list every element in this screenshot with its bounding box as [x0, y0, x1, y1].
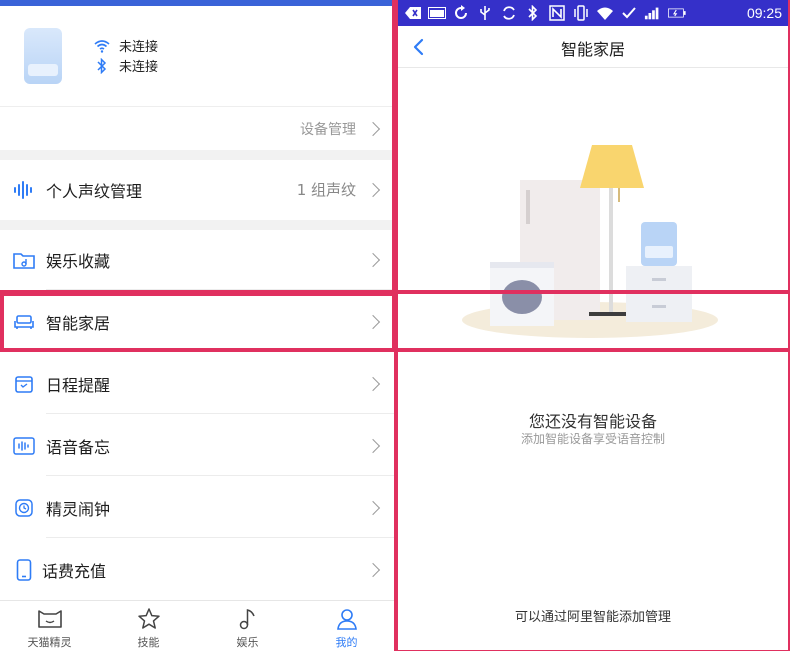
menu-item-label: 语音备忘	[46, 438, 111, 457]
signal-icon	[644, 5, 662, 21]
nav-header: 智能家居	[396, 26, 790, 68]
tab-label: 技能	[137, 636, 160, 649]
android-status-bar: 09:25	[396, 0, 790, 26]
row-divider	[46, 475, 396, 476]
page-title: 智能家居	[560, 40, 625, 59]
row-divider	[46, 537, 396, 538]
section-gap	[0, 220, 396, 230]
check-icon	[620, 5, 638, 21]
menu-item-label: 娱乐收藏	[46, 252, 111, 271]
chevron-right-icon	[365, 182, 381, 198]
image-icon	[428, 5, 446, 21]
row-divider	[46, 413, 396, 414]
wifi-icon	[94, 38, 110, 54]
tab-skills[interactable]: 技能	[99, 601, 198, 651]
chevron-right-icon	[365, 438, 381, 454]
folder-music-icon	[12, 248, 36, 272]
chevron-right-icon	[365, 252, 381, 268]
wifi-status-row: 未连接	[94, 36, 158, 55]
smart-speaker-image	[24, 28, 62, 84]
bluetooth-status-text: 未连接	[119, 60, 159, 75]
menu-item-phone-recharge[interactable]: 话费充值	[0, 540, 396, 600]
chevron-right-icon	[365, 121, 381, 137]
voiceprint-icon	[12, 178, 36, 202]
tab-mine[interactable]: 我的	[297, 601, 396, 651]
menu-item-label: 精灵闹钟	[46, 500, 111, 519]
device-manage-row[interactable]: 设备管理	[0, 106, 396, 150]
menu-item-entertainment-favorites[interactable]: 娱乐收藏	[0, 230, 396, 290]
chevron-right-icon	[365, 562, 381, 578]
rotate-icon	[500, 5, 518, 21]
chevron-right-icon	[365, 314, 381, 330]
voiceprint-count: 1 组声纹	[296, 181, 356, 199]
bottom-tab-bar: 天猫精灵 技能 娱乐 我的	[0, 600, 396, 651]
tab-label: 娱乐	[236, 636, 259, 649]
tab-entertainment[interactable]: 娱乐	[198, 601, 297, 651]
tab-label: 天猫精灵	[27, 636, 72, 649]
sofa-icon	[12, 310, 36, 334]
row-divider	[46, 289, 396, 290]
voice-memo-icon	[12, 434, 36, 458]
sync-icon	[452, 5, 470, 21]
section-gap	[0, 150, 396, 160]
menu-item-label: 日程提醒	[46, 376, 111, 395]
menu-item-label: 话费充值	[42, 562, 107, 581]
chevron-right-icon	[365, 500, 381, 516]
status-time: 09:25	[746, 5, 782, 21]
chevron-right-icon	[365, 376, 381, 392]
alarm-icon	[12, 496, 36, 520]
vibrate-icon	[572, 5, 590, 21]
wifi-status-text: 未连接	[119, 40, 159, 55]
profile-panel: 未连接 未连接 设备管理 个人声纹管理 1 组声纹 娱乐收藏 智能家居 日程提醒…	[0, 0, 396, 651]
phone-icon	[12, 558, 36, 582]
smart-home-screen: 09:25 智能家居 您还没有智能设备 添加智能设备享受语音控制 可以通过阿里智…	[396, 0, 790, 651]
composite-screenshot: 未连接 未连接 设备管理 个人声纹管理 1 组声纹 娱乐收藏 智能家居 日程提醒…	[0, 0, 790, 651]
device-status-card[interactable]: 未连接 未连接	[0, 6, 396, 106]
bluetooth-status-row: 未连接	[94, 56, 158, 75]
menu-item-voiceprint[interactable]: 个人声纹管理 1 组声纹	[0, 160, 396, 220]
menu-item-alarm[interactable]: 精灵闹钟	[0, 478, 396, 538]
menu-item-schedule-reminder[interactable]: 日程提醒	[0, 354, 396, 414]
wifi-icon	[596, 5, 614, 21]
add-via-ali-hint[interactable]: 可以通过阿里智能添加管理	[396, 606, 790, 625]
tmall-genie-icon	[37, 607, 63, 631]
nfc-icon	[548, 5, 566, 21]
tab-tmall-genie[interactable]: 天猫精灵	[0, 601, 99, 651]
calendar-icon	[12, 372, 36, 396]
bluetooth-icon	[94, 57, 110, 74]
menu-item-smart-home[interactable]: 智能家居	[0, 292, 396, 352]
tab-label: 我的	[335, 636, 358, 649]
person-icon	[334, 607, 360, 631]
empty-state-subtitle: 添加智能设备享受语音控制	[520, 432, 665, 446]
star-icon	[136, 607, 162, 631]
menu-item-voice-memo[interactable]: 语音备忘	[0, 416, 396, 476]
menu-item-label: 个人声纹管理	[46, 182, 143, 201]
menu-item-label: 智能家居	[46, 314, 111, 333]
usb-icon	[476, 5, 494, 21]
device-manage-label: 设备管理	[300, 122, 356, 138]
empty-state-illustration	[456, 140, 726, 345]
empty-state-title: 您还没有智能设备	[528, 412, 657, 431]
bluetooth-icon	[524, 5, 542, 21]
music-note-icon	[235, 607, 261, 631]
notification-icon	[404, 5, 422, 21]
battery-icon	[668, 5, 686, 21]
